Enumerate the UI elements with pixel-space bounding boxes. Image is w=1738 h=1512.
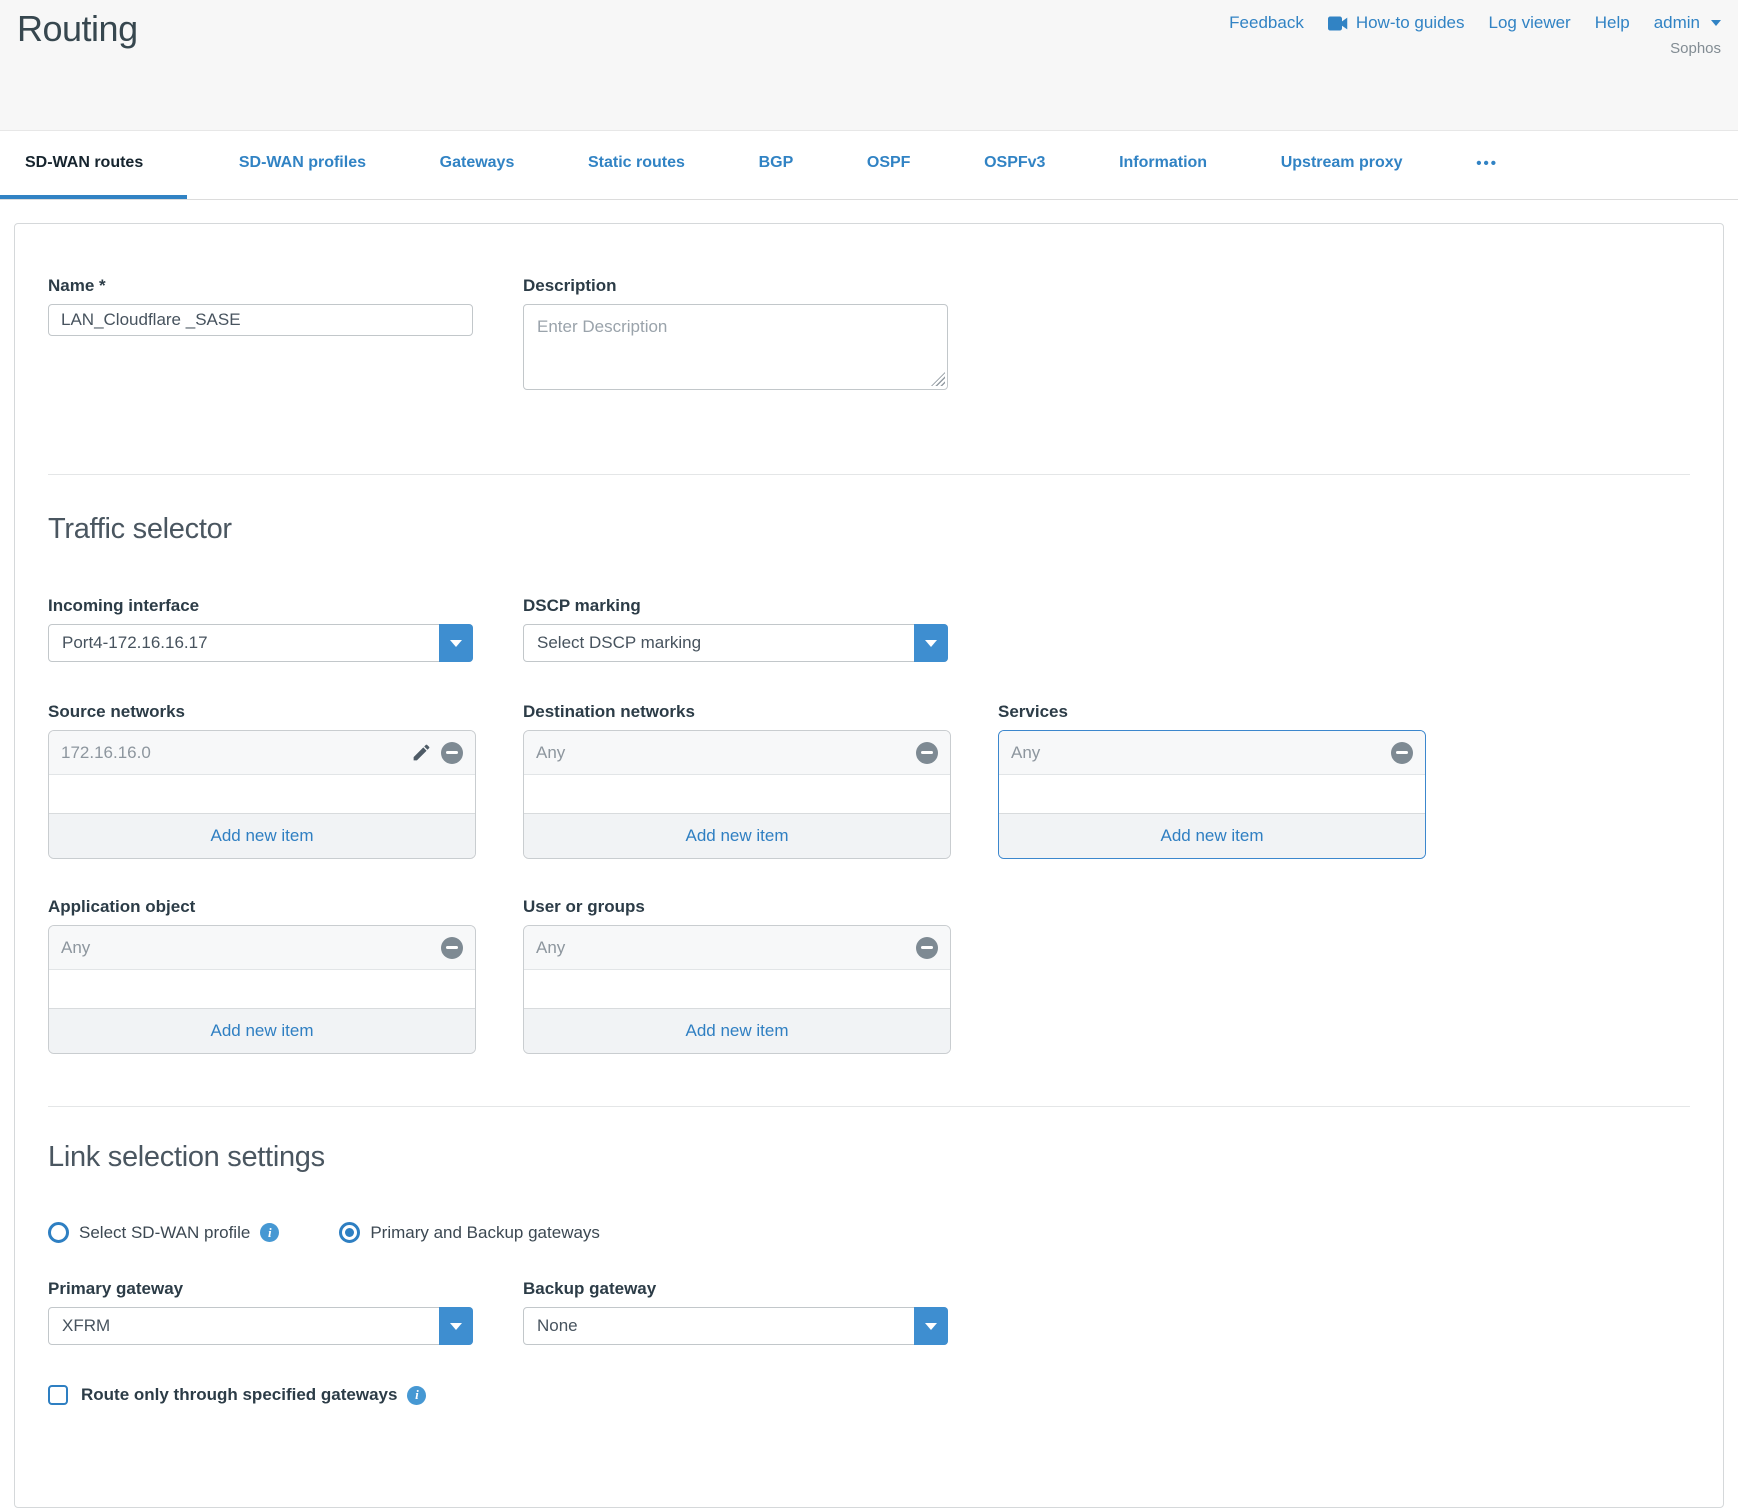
source-networks-label: Source networks (48, 702, 476, 722)
page-title: Routing (17, 8, 138, 50)
tabs-more-button[interactable]: ••• (1454, 131, 1520, 199)
video-camera-icon (1328, 16, 1349, 31)
add-new-item-button[interactable]: Add new item (49, 813, 475, 858)
top-nav: Feedback How-to guides Log viewer Help a… (1229, 13, 1721, 33)
remove-item-button[interactable] (916, 742, 938, 764)
chevron-down-icon (1711, 20, 1721, 26)
list-item: Any (999, 731, 1425, 775)
application-object-label: Application object (48, 897, 476, 917)
info-icon[interactable]: i (407, 1386, 426, 1405)
minus-circle-icon (1391, 742, 1413, 764)
dropdown-button[interactable] (914, 624, 948, 662)
minus-circle-icon (916, 937, 938, 959)
howto-guides-link[interactable]: How-to guides (1328, 13, 1465, 33)
brand-label: Sophos (1670, 40, 1721, 57)
list-empty-area (49, 775, 475, 813)
list-empty-area (49, 970, 475, 1008)
chevron-down-icon (925, 640, 937, 647)
edit-pencil-icon[interactable] (411, 742, 432, 763)
tab-upstream-proxy[interactable]: Upstream proxy (1259, 131, 1425, 199)
tab-bar: SD-WAN routes SD-WAN profiles Gateways S… (0, 130, 1738, 200)
primary-gateway-label: Primary gateway (48, 1279, 476, 1299)
chevron-down-icon (450, 640, 462, 647)
traffic-selector-heading: Traffic selector (48, 513, 1690, 546)
info-icon[interactable]: i (260, 1223, 279, 1242)
tab-gateways[interactable]: Gateways (418, 131, 537, 199)
radio-icon (339, 1222, 360, 1243)
tab-sdwan-routes[interactable]: SD-WAN routes (0, 131, 187, 199)
incoming-interface-label: Incoming interface (48, 596, 476, 616)
admin-menu-button[interactable]: admin (1654, 13, 1721, 33)
dropdown-button[interactable] (439, 1307, 473, 1345)
route-only-checkbox[interactable] (48, 1385, 68, 1405)
radio-select-sdwan-profile[interactable]: Select SD-WAN profile i (48, 1222, 279, 1243)
dropdown-button[interactable] (439, 624, 473, 662)
add-new-item-button[interactable]: Add new item (524, 813, 950, 858)
destination-networks-listbox: Any Add new item (523, 730, 951, 859)
user-groups-listbox: Any Add new item (523, 925, 951, 1054)
list-item: Any (524, 731, 950, 775)
radio-primary-backup-gateways[interactable]: Primary and Backup gateways (339, 1222, 600, 1243)
add-new-item-button[interactable]: Add new item (49, 1008, 475, 1053)
name-label: Name * (48, 276, 476, 296)
description-label: Description (523, 276, 951, 296)
backup-gateway-dropdown[interactable]: None (523, 1307, 948, 1345)
tab-bgp[interactable]: BGP (737, 131, 816, 199)
backup-gateway-label: Backup gateway (523, 1279, 951, 1299)
required-asterisk: * (99, 276, 106, 295)
help-link[interactable]: Help (1595, 13, 1630, 33)
list-item: Any (524, 926, 950, 970)
name-input[interactable] (48, 304, 473, 336)
minus-circle-icon (441, 742, 463, 764)
remove-item-button[interactable] (1391, 742, 1413, 764)
chevron-down-icon (925, 1323, 937, 1330)
minus-circle-icon (916, 742, 938, 764)
chevron-down-icon (450, 1323, 462, 1330)
content-panel: Name * Description Traffic selector Inco… (14, 223, 1724, 1508)
remove-item-button[interactable] (441, 937, 463, 959)
tab-ospfv3[interactable]: OSPFv3 (962, 131, 1067, 199)
remove-item-button[interactable] (916, 937, 938, 959)
route-only-label: Route only through specified gateways (81, 1385, 397, 1405)
add-new-item-button[interactable]: Add new item (524, 1008, 950, 1053)
list-empty-area (999, 775, 1425, 813)
primary-gateway-dropdown[interactable]: XFRM (48, 1307, 473, 1345)
radio-icon (48, 1222, 69, 1243)
incoming-interface-dropdown[interactable]: Port4-172.16.16.17 (48, 624, 473, 662)
list-item: Any (49, 926, 475, 970)
dscp-marking-label: DSCP marking (523, 596, 951, 616)
services-listbox: Any Add new item (998, 730, 1426, 859)
tab-information[interactable]: Information (1097, 131, 1229, 199)
add-new-item-button[interactable]: Add new item (999, 813, 1425, 858)
link-selection-heading: Link selection settings (48, 1141, 1690, 1174)
tab-sdwan-profiles[interactable]: SD-WAN profiles (217, 131, 388, 199)
application-object-listbox: Any Add new item (48, 925, 476, 1054)
log-viewer-link[interactable]: Log viewer (1489, 13, 1571, 33)
tab-ospf[interactable]: OSPF (845, 131, 933, 199)
section-divider (48, 474, 1690, 475)
source-networks-listbox: 172.16.16.0 Add new item (48, 730, 476, 859)
destination-networks-label: Destination networks (523, 702, 951, 722)
tab-static-routes[interactable]: Static routes (566, 131, 707, 199)
user-groups-label: User or groups (523, 897, 951, 917)
dropdown-button[interactable] (914, 1307, 948, 1345)
app-header: Routing Feedback How-to guides Log viewe… (0, 0, 1738, 130)
remove-item-button[interactable] (441, 742, 463, 764)
feedback-link[interactable]: Feedback (1229, 13, 1304, 33)
minus-circle-icon (441, 937, 463, 959)
list-item: 172.16.16.0 (49, 731, 475, 775)
section-divider (48, 1106, 1690, 1107)
list-empty-area (524, 970, 950, 1008)
dscp-marking-dropdown[interactable]: Select DSCP marking (523, 624, 948, 662)
description-textarea[interactable] (523, 304, 948, 390)
services-label: Services (998, 702, 1426, 722)
list-empty-area (524, 775, 950, 813)
